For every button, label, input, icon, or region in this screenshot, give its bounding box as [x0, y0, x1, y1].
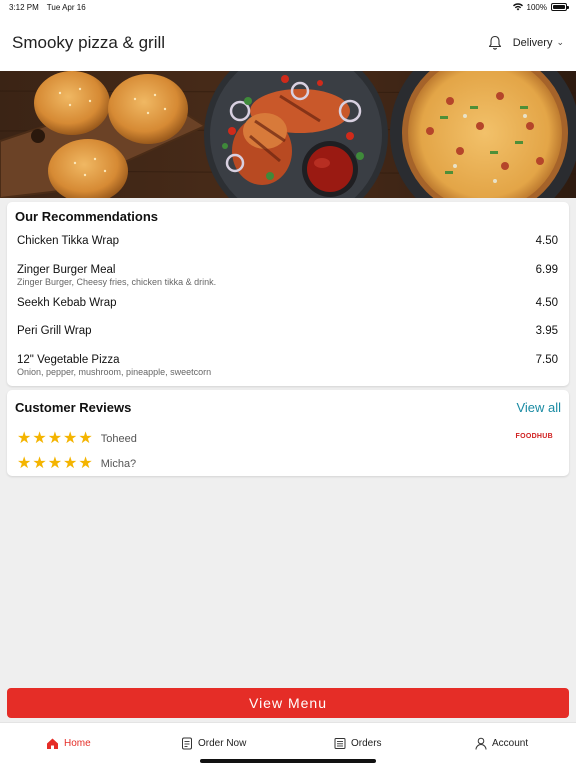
status-time: 3:12 PM	[9, 2, 39, 12]
wifi-icon	[512, 3, 523, 11]
foodhub-logo: FOODHUB	[515, 433, 553, 440]
app-header: Smooky pizza & grill Delivery ⌄	[0, 14, 576, 71]
banner-artwork	[0, 71, 576, 198]
status-date: Tue Apr 16	[46, 2, 86, 12]
star-icon: ★	[17, 430, 32, 447]
home-indicator	[200, 759, 376, 763]
tab-home[interactable]: Home	[46, 737, 91, 750]
menu-item-price: 4.50	[535, 235, 558, 247]
tab-orders-label: Orders	[351, 738, 382, 749]
view-menu-button[interactable]: View Menu	[7, 688, 569, 718]
orders-icon	[333, 737, 346, 750]
reviews-title: Customer Reviews	[15, 400, 132, 415]
bottom-tab-bar: Home Order Now Orders Account	[0, 722, 576, 768]
tab-account[interactable]: Account	[474, 737, 528, 750]
bell-icon[interactable]	[485, 33, 505, 53]
tab-home-label: Home	[64, 738, 91, 749]
menu-item[interactable]: Seekh Kebab Wrap 4.50	[17, 297, 558, 309]
food-banner-image	[0, 71, 576, 198]
menu-item-price: 3.95	[535, 325, 558, 337]
star-rating: ★ ★ ★ ★ ★	[17, 431, 93, 447]
menu-item-name: Seekh Kebab Wrap	[17, 297, 117, 309]
battery-icon	[551, 3, 569, 11]
delivery-mode-label: Delivery	[512, 36, 553, 49]
customer-reviews-card: Customer Reviews View all ★ ★ ★ ★ ★ Tohe…	[7, 390, 569, 476]
menu-item-description: Onion, pepper, mushroom, pineapple, swee…	[17, 367, 212, 377]
menu-item-price: 4.50	[535, 297, 558, 309]
reviewer-name: Micha?	[100, 458, 137, 470]
home-icon	[46, 737, 59, 750]
menu-item[interactable]: Chicken Tikka Wrap 4.50	[17, 235, 558, 247]
star-icon: ★	[47, 430, 63, 447]
star-icon: ★	[32, 430, 47, 447]
status-bar: 3:12 PM Tue Apr 16 100%	[0, 0, 576, 14]
star-icon: ★	[63, 455, 78, 472]
menu-item-name: Chicken Tikka Wrap	[17, 235, 120, 247]
reviewer-name: Toheed	[100, 433, 137, 445]
tab-orders[interactable]: Orders	[333, 737, 382, 750]
battery-percent: 100%	[526, 2, 547, 12]
order-icon	[180, 737, 193, 750]
restaurant-title: Smooky pizza & grill	[12, 32, 166, 52]
tab-account-label: Account	[492, 738, 529, 749]
account-icon	[474, 737, 487, 750]
menu-item-name: 12" Vegetable Pizza	[17, 354, 120, 366]
menu-item-description: Zinger Burger, Cheesy fries, chicken tik…	[17, 277, 217, 287]
menu-item-name: Peri Grill Wrap	[17, 325, 92, 337]
star-icon: ★	[78, 430, 93, 447]
star-icon: ★	[32, 455, 47, 472]
menu-item-price: 6.99	[535, 264, 558, 276]
recommendations-title: Our Recommendations	[15, 209, 159, 224]
review-item: ★ ★ ★ ★ ★ Micha?	[17, 456, 136, 472]
star-icon: ★	[78, 455, 93, 472]
review-item: ★ ★ ★ ★ ★ Toheed	[17, 431, 137, 447]
star-icon: ★	[47, 455, 63, 472]
menu-item[interactable]: Peri Grill Wrap 3.95	[17, 325, 558, 337]
star-rating: ★ ★ ★ ★ ★	[17, 456, 93, 472]
star-icon: ★	[63, 430, 78, 447]
star-icon: ★	[17, 455, 32, 472]
menu-item-price: 7.50	[535, 354, 558, 366]
tab-order-now[interactable]: Order Now	[180, 737, 246, 750]
delivery-mode-selector[interactable]: Delivery ⌄	[513, 37, 564, 49]
recommendations-card: Our Recommendations Chicken Tikka Wrap 4…	[7, 202, 569, 386]
menu-item[interactable]: Zinger Burger Meal Zinger Burger, Cheesy…	[17, 264, 558, 287]
view-all-reviews-link[interactable]: View all	[516, 400, 561, 415]
menu-item-name: Zinger Burger Meal	[17, 264, 116, 276]
menu-item[interactable]: 12" Vegetable Pizza Onion, pepper, mushr…	[17, 354, 558, 377]
chevron-down-icon: ⌄	[556, 37, 564, 47]
tab-order-now-label: Order Now	[198, 738, 247, 749]
